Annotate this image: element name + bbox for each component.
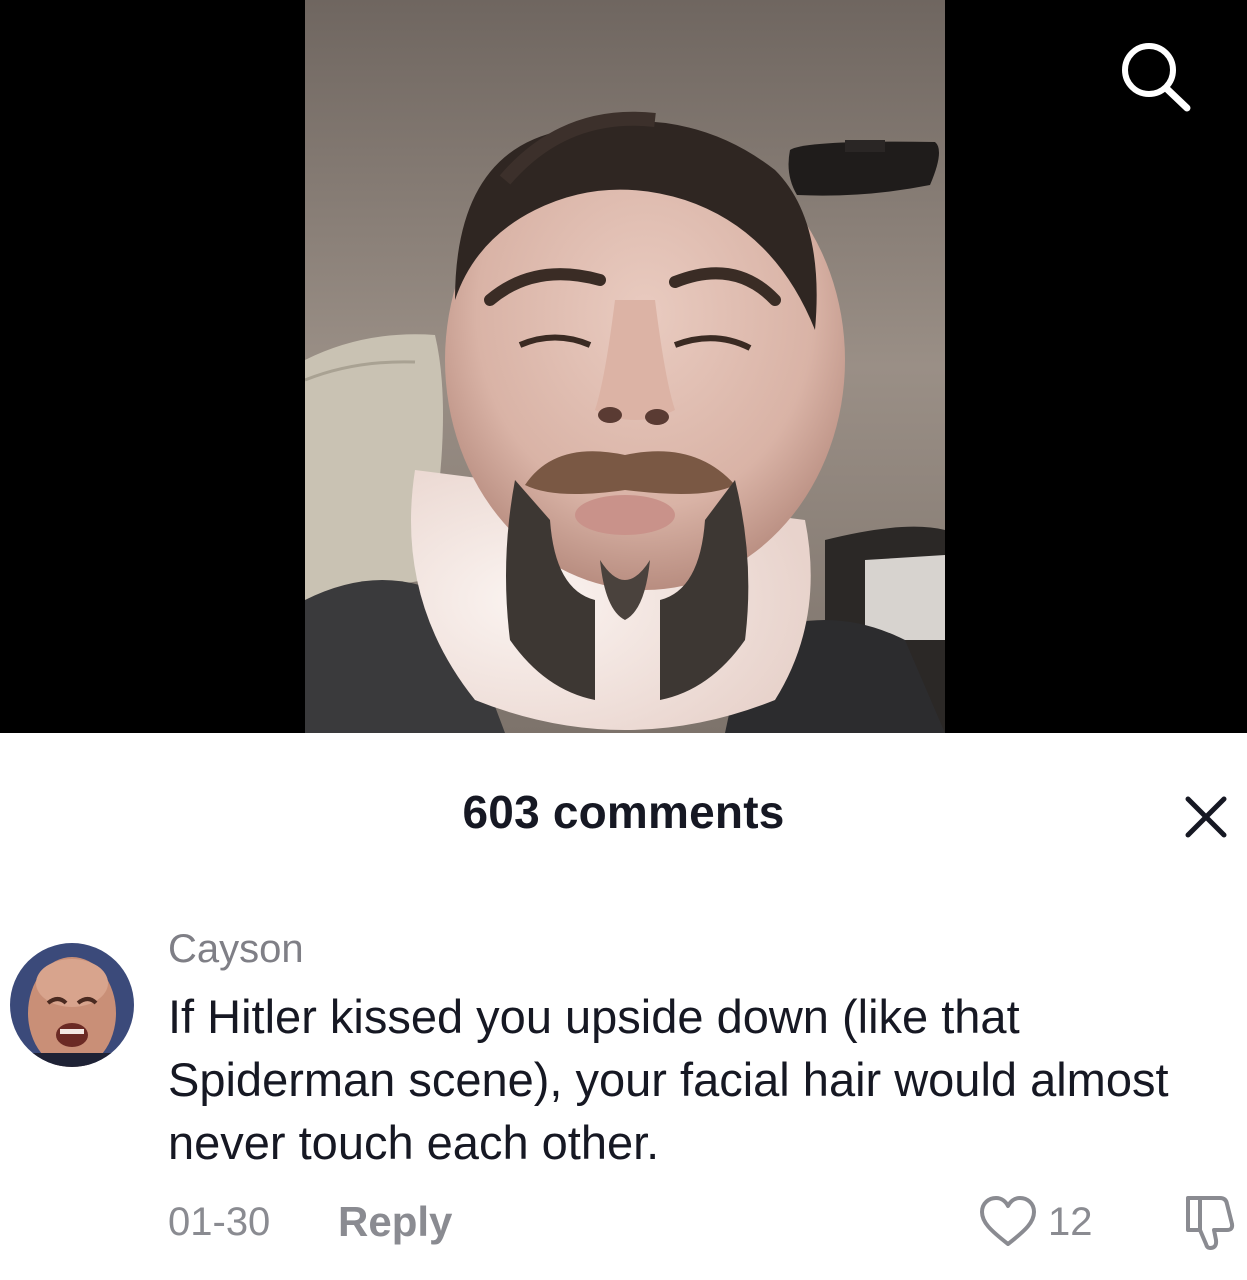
- avatar[interactable]: [10, 943, 134, 1067]
- dislike-button[interactable]: [1176, 1192, 1238, 1252]
- like-button[interactable]: [978, 1194, 1038, 1250]
- like-count: 12: [1048, 1200, 1093, 1244]
- thumbs-down-icon: [1186, 1196, 1235, 1250]
- comment-meta: 01-30 Reply 12: [168, 1196, 1238, 1260]
- comment-text: If Hitler kissed you upside down (like t…: [168, 990, 1169, 1169]
- comment-username[interactable]: Cayson: [168, 927, 304, 972]
- video-thumbnail: [305, 0, 945, 733]
- comments-count-title: 603 comments: [462, 786, 785, 838]
- video-player[interactable]: [0, 0, 1247, 733]
- comment-date: 01-30: [168, 1200, 271, 1244]
- close-icon: [1185, 796, 1227, 838]
- comments-sheet: 603 comments Cayson If Hitler kissed you…: [0, 733, 1247, 1280]
- reply-button[interactable]: Reply: [338, 1198, 452, 1246]
- heart-icon: [980, 1196, 1036, 1246]
- avatar-image: [10, 943, 134, 1067]
- close-button[interactable]: [1182, 793, 1230, 841]
- search-button[interactable]: [1115, 38, 1195, 118]
- video-frame[interactable]: [305, 0, 945, 733]
- search-icon: [1122, 43, 1191, 112]
